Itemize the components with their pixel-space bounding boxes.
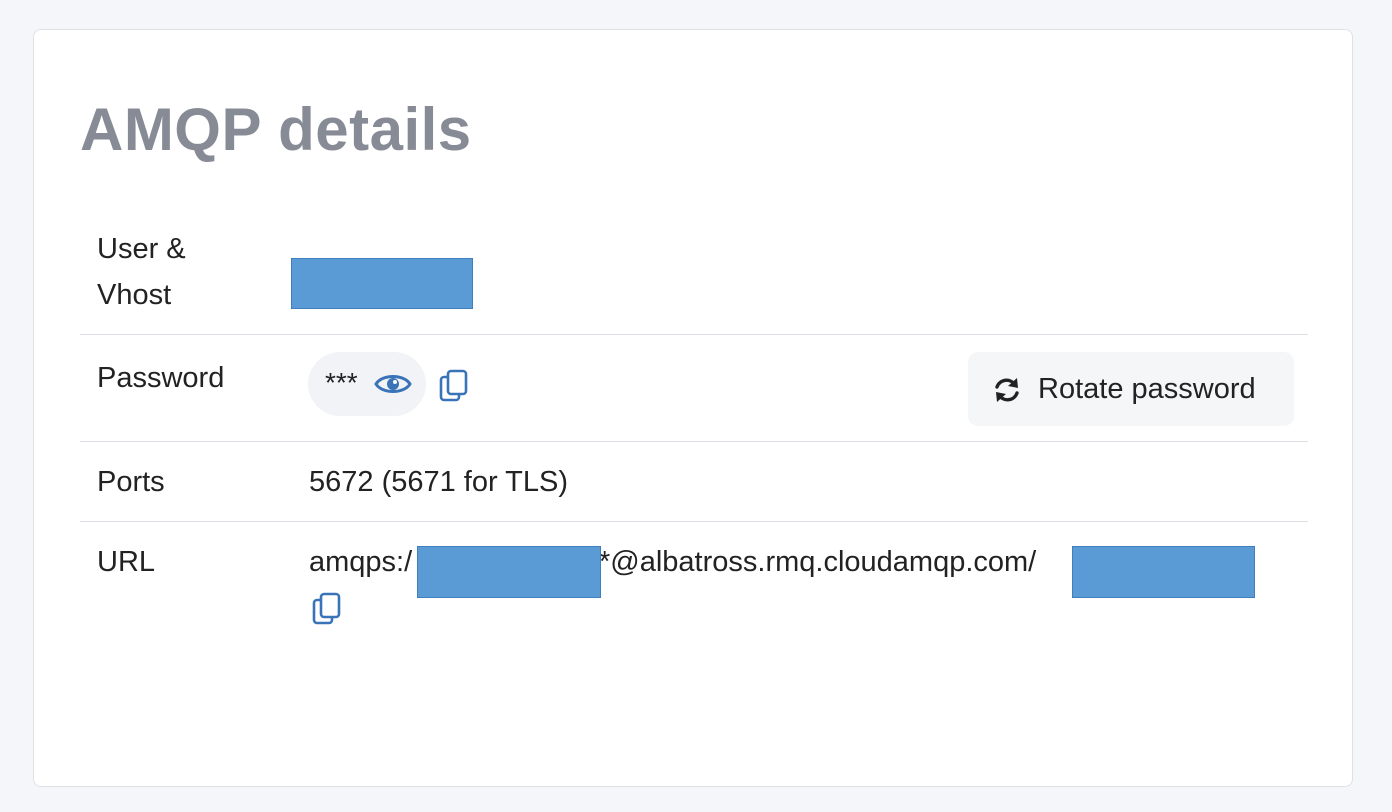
copy-icon[interactable] xyxy=(439,369,469,403)
redacted-url-credentials xyxy=(417,546,601,598)
password-field: *** xyxy=(308,352,426,416)
amqp-details-card: AMQP details User & Vhost Password *** R… xyxy=(33,29,1353,787)
row-url: URL amqps:/ *@albatross.rmq.cloudamqp.co… xyxy=(80,522,1308,662)
ports-label: Ports xyxy=(97,466,165,498)
url-host: *@albatross.rmq.cloudamqp.com/ xyxy=(599,546,1037,578)
sync-icon xyxy=(995,378,1019,402)
rotate-password-button[interactable]: Rotate password xyxy=(968,352,1294,426)
row-password: Password *** Rotate password xyxy=(80,335,1308,442)
url-copy-icon[interactable] xyxy=(312,592,342,626)
password-label: Password xyxy=(97,362,225,394)
user-vhost-label: User & Vhost xyxy=(97,233,186,311)
url-label: URL xyxy=(97,546,156,578)
details-table: User & Vhost Password *** Rotate passwor… xyxy=(80,226,1308,662)
row-user-vhost: User & Vhost xyxy=(80,226,1308,335)
eye-icon[interactable] xyxy=(374,370,412,398)
row-ports: Ports 5672 (5671 for TLS) xyxy=(80,442,1308,522)
ports-value: 5672 (5671 for TLS) xyxy=(309,466,569,498)
redacted-user-vhost xyxy=(291,258,473,309)
redacted-url-vhost xyxy=(1072,546,1255,598)
url-prefix: amqps:/ xyxy=(309,546,413,578)
password-mask: *** xyxy=(325,367,358,398)
rotate-password-label: Rotate password xyxy=(1038,373,1256,405)
card-title: AMQP details xyxy=(80,96,472,163)
